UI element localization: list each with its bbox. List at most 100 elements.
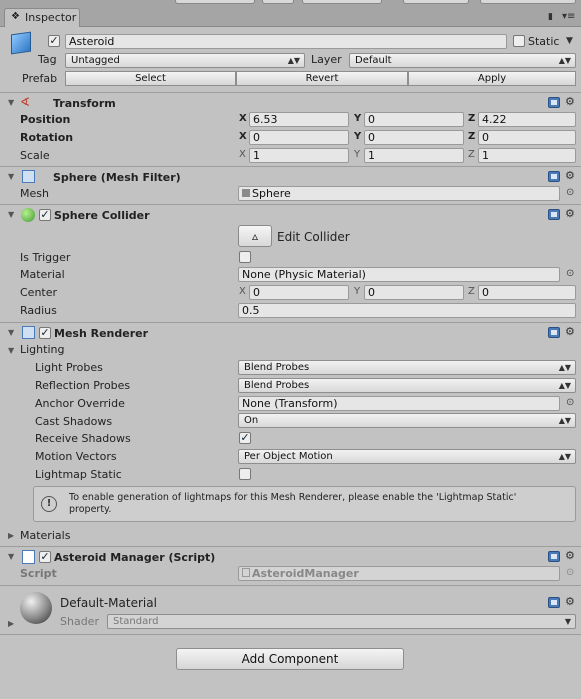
help-book-icon[interactable] [548, 327, 560, 338]
rotation-y-axis[interactable]: Y [354, 131, 361, 142]
mesh-value: Sphere [252, 187, 291, 200]
lock-icon[interactable]: ▮ [548, 12, 553, 22]
object-name-field[interactable]: Asteroid [65, 34, 507, 49]
lightmap-info-line2: property. [69, 504, 112, 515]
position-z-axis[interactable]: Z [468, 113, 475, 124]
info-icon: ❖ [11, 11, 20, 22]
position-x-axis[interactable]: X [239, 113, 247, 124]
transform-icon: ∢ [20, 95, 31, 109]
scale-x-axis[interactable]: X [239, 149, 246, 160]
help-book-icon[interactable] [548, 171, 560, 182]
toolbar-button-5[interactable] [480, 0, 576, 4]
material-object-field[interactable]: None (Physic Material) [238, 267, 560, 282]
position-x-field[interactable]: 6.53 [249, 112, 349, 127]
shader-label: Shader [60, 615, 99, 628]
mesh-object-field[interactable]: Sphere [238, 186, 560, 201]
position-y-axis[interactable]: Y [354, 113, 361, 124]
motion-vectors-value: Per Object Motion [244, 451, 333, 462]
center-x-field[interactable]: 0 [249, 285, 349, 300]
center-z-field[interactable]: 0 [478, 285, 576, 300]
is-trigger-checkbox[interactable] [239, 251, 251, 263]
motion-vectors-dropdown[interactable]: Per Object Motion ▲▼ [238, 449, 576, 464]
scale-y-field[interactable]: 1 [364, 148, 464, 163]
mesh-renderer-enabled-checkbox[interactable]: ✓ [39, 327, 51, 339]
object-picker-icon[interactable]: ⊙ [566, 268, 574, 279]
sphere-collider-enabled-checkbox[interactable]: ✓ [39, 209, 51, 221]
reflection-probes-dropdown[interactable]: Blend Probes ▲▼ [238, 378, 576, 393]
position-label: Position [20, 113, 71, 126]
help-book-icon[interactable] [548, 551, 560, 562]
lightmap-static-checkbox[interactable] [239, 468, 251, 480]
sphere-collider-header[interactable]: ▼ ✓ Sphere Collider ⚙ [0, 207, 581, 225]
layer-dropdown[interactable]: Default ▲▼ [349, 53, 576, 68]
material-foldout-arrow-icon[interactable]: ▶ [8, 619, 14, 628]
object-picker-icon[interactable]: ⊙ [566, 187, 574, 198]
light-probes-dropdown[interactable]: Blend Probes ▲▼ [238, 360, 576, 375]
gear-icon[interactable]: ⚙ [565, 169, 575, 182]
active-checkbox[interactable]: ✓ [48, 35, 60, 47]
rotation-z-field[interactable]: 0 [478, 130, 576, 145]
scale-x-field[interactable]: 1 [249, 148, 349, 163]
foldout-arrow-icon[interactable]: ▼ [8, 552, 14, 561]
gear-icon[interactable]: ⚙ [565, 95, 575, 108]
foldout-arrow-icon[interactable]: ▼ [8, 172, 14, 181]
scale-z-field[interactable]: 1 [478, 148, 576, 163]
rotation-x-field[interactable]: 0 [249, 130, 349, 145]
inspector-tab[interactable]: ❖ Inspector [4, 8, 80, 27]
help-book-icon[interactable] [548, 597, 560, 608]
gear-icon[interactable]: ⚙ [565, 549, 575, 562]
asteroid-manager-enabled-checkbox[interactable]: ✓ [39, 551, 51, 563]
position-y-field[interactable]: 0 [364, 112, 464, 127]
toolbar-button-1[interactable] [175, 0, 255, 4]
rotation-x-axis[interactable]: X [239, 131, 247, 142]
position-z-field[interactable]: 4.22 [478, 112, 576, 127]
foldout-arrow-icon[interactable]: ▼ [8, 328, 14, 337]
gear-icon[interactable]: ⚙ [565, 207, 575, 220]
toolbar-button-4[interactable] [403, 0, 469, 4]
materials-label[interactable]: Materials [20, 529, 70, 542]
anchor-override-field[interactable]: None (Transform) [238, 396, 560, 411]
foldout-arrow-icon[interactable]: ▼ [8, 98, 14, 107]
scale-y-axis[interactable]: Y [354, 149, 360, 160]
prefab-apply-button[interactable]: Apply [408, 71, 576, 86]
center-y-field[interactable]: 0 [364, 285, 464, 300]
static-dropdown-arrow-icon[interactable]: ▼ [566, 36, 573, 46]
transform-header[interactable]: ▼ ∢ Transform ⚙ [0, 95, 581, 113]
rotation-z-axis[interactable]: Z [468, 131, 475, 142]
radius-field[interactable]: 0.5 [238, 303, 576, 318]
center-z-axis[interactable]: Z [468, 286, 475, 297]
dropdown-arrow-icon: ▲▼ [287, 56, 300, 65]
center-x-axis[interactable]: X [239, 286, 246, 297]
anchor-override-label: Anchor Override [35, 397, 125, 410]
dropdown-arrow-icon: ▲▼ [558, 416, 571, 425]
asteroid-manager-header[interactable]: ▼ ✓ Asteroid Manager (Script) ⚙ [0, 549, 581, 567]
foldout-arrow-icon[interactable]: ▼ [8, 210, 14, 219]
object-picker-icon[interactable]: ⊙ [566, 397, 574, 408]
lighting-label[interactable]: Lighting [20, 343, 64, 356]
rotation-y-field[interactable]: 0 [364, 130, 464, 145]
mesh-renderer-header[interactable]: ▼ ✓ Mesh Renderer ⚙ [0, 325, 581, 343]
prefab-select-button[interactable]: Select [65, 71, 236, 86]
toolbar-button-2[interactable] [262, 0, 294, 4]
cast-shadows-dropdown[interactable]: On ▲▼ [238, 413, 576, 428]
center-y-axis[interactable]: Y [354, 286, 360, 297]
add-component-button[interactable]: Add Component [176, 648, 404, 670]
help-book-icon[interactable] [548, 209, 560, 220]
shader-dropdown[interactable]: Standard ▼ [107, 614, 576, 629]
edit-collider-button[interactable]: ▵ [238, 225, 272, 247]
mesh-filter-header[interactable]: ▼ Sphere (Mesh Filter) ⚙ [0, 169, 581, 187]
prefab-revert-button[interactable]: Revert [236, 71, 408, 86]
help-book-icon[interactable] [548, 97, 560, 108]
materials-foldout-arrow-icon[interactable]: ▶ [8, 531, 14, 540]
toolbar-button-3[interactable] [302, 0, 382, 4]
gear-icon[interactable]: ⚙ [565, 325, 575, 338]
menu-icon[interactable]: ▾≡ [562, 11, 575, 22]
scale-z-axis[interactable]: Z [468, 149, 475, 160]
divider [0, 92, 581, 93]
gear-icon[interactable]: ⚙ [565, 595, 575, 608]
lighting-foldout-arrow-icon[interactable]: ▼ [8, 346, 14, 355]
tag-dropdown[interactable]: Untagged ▲▼ [65, 53, 305, 68]
receive-shadows-checkbox[interactable]: ✓ [239, 432, 251, 444]
static-checkbox[interactable] [513, 35, 525, 47]
scale-label: Scale [20, 149, 50, 162]
